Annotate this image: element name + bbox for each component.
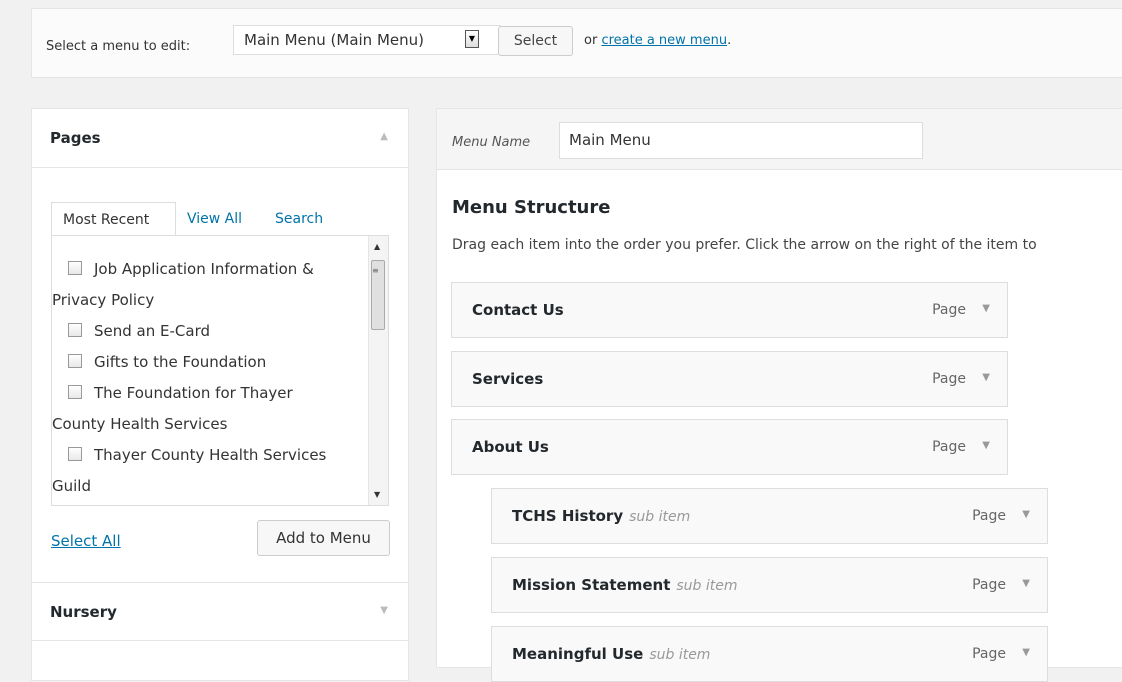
menu-item-title: Mission Statement sub item <box>512 576 738 594</box>
collapse-up-icon[interactable]: ▲ <box>380 131 388 142</box>
menu-name-input[interactable]: Main Menu <box>559 122 923 159</box>
sub-item-label: sub item <box>676 578 738 594</box>
scroll-up-icon[interactable]: ▲ <box>374 242 380 251</box>
menu-item-title: Meaningful Use sub item <box>512 645 711 663</box>
pages-box: Pages ▲ Most Recent View All Search Job … <box>31 108 409 583</box>
menu-item-type: Page <box>932 439 966 455</box>
sub-item-label: sub item <box>629 509 691 525</box>
select-menu-label: Select a menu to edit: <box>46 39 191 54</box>
create-new-menu-link[interactable]: create a new menu <box>601 33 727 48</box>
pages-tabs: Most Recent View All Search <box>51 202 391 236</box>
menu-name-label: Menu Name <box>452 135 531 150</box>
list-item: Gifts to the Foundation <box>52 347 370 378</box>
chevron-down-icon[interactable]: ▼ <box>1022 578 1030 589</box>
menu-item-services[interactable]: Services Page ▼ <box>451 351 1008 407</box>
menu-item-type: Page <box>972 577 1006 593</box>
list-item: Job Application Information & <box>52 254 370 285</box>
menu-item-title: Contact Us <box>472 301 564 319</box>
menu-name-header: Menu Name Main Menu <box>437 109 1122 170</box>
tab-search[interactable]: Search <box>275 202 323 236</box>
page-checkbox[interactable] <box>68 447 82 461</box>
pages-list-panel: Job Application Information & Privacy Po… <box>51 235 389 506</box>
menu-item-mission-statement[interactable]: Mission Statement sub item Page ▼ <box>491 557 1048 613</box>
menu-edit-panel: Menu Name Main Menu Menu Structure Drag … <box>436 108 1122 682</box>
next-box <box>31 641 409 681</box>
select-all-link[interactable]: Select All <box>51 532 121 550</box>
menu-item-contact-us[interactable]: Contact Us Page ▼ <box>451 282 1008 338</box>
pages-list-scrollbar[interactable]: ▲ ≡ ▼ <box>368 236 388 505</box>
page-checkbox[interactable] <box>68 323 82 337</box>
menu-select-bar: Select a menu to edit: Main Menu (Main M… <box>31 8 1122 78</box>
nursery-box-title: Nursery <box>50 603 117 621</box>
chevron-down-icon[interactable]: ▼ <box>982 372 990 383</box>
menu-item-title: About Us <box>472 438 549 456</box>
tab-most-recent[interactable]: Most Recent <box>51 202 176 236</box>
menu-structure-title: Menu Structure <box>452 197 611 218</box>
menu-item-meaningful-use[interactable]: Meaningful Use sub item Page ▼ <box>491 626 1048 682</box>
create-menu-text: or create a new menu. <box>584 33 732 48</box>
page-checkbox[interactable] <box>68 385 82 399</box>
grip-icon: ≡ <box>372 266 379 275</box>
pages-box-body: Most Recent View All Search Job Applicat… <box>32 167 408 582</box>
pages-checklist: Job Application Information & Privacy Po… <box>52 254 370 502</box>
list-item-continuation: County Health Services <box>52 415 228 433</box>
menu-select-dropdown[interactable]: Main Menu (Main Menu) <box>233 25 501 55</box>
pages-box-title: Pages <box>50 129 101 147</box>
chevron-down-icon[interactable]: ▼ <box>1022 647 1030 658</box>
add-menu-items-column: Pages ▲ Most Recent View All Search Job … <box>31 108 409 681</box>
menu-item-type: Page <box>932 371 966 387</box>
list-item: Thayer County Health Services <box>52 440 370 471</box>
select-button[interactable]: Select <box>498 26 573 56</box>
list-item-continuation: Privacy Policy <box>52 291 155 309</box>
chevron-down-icon[interactable]: ▼ <box>982 440 990 451</box>
menu-structure-description: Drag each item into the order you prefer… <box>452 237 1037 253</box>
list-item-continuation: Guild <box>52 477 91 495</box>
nursery-box-header[interactable]: Nursery ▼ <box>32 583 408 641</box>
expand-down-icon[interactable]: ▼ <box>380 605 388 616</box>
sub-item-label: sub item <box>649 647 711 663</box>
menu-item-tchs-history[interactable]: TCHS History sub item Page ▼ <box>491 488 1048 544</box>
page-checkbox[interactable] <box>68 261 82 275</box>
add-to-menu-button[interactable]: Add to Menu <box>257 520 390 556</box>
list-item: The Foundation for Thayer <box>52 378 370 409</box>
menu-item-type: Page <box>972 646 1006 662</box>
menu-item-title: TCHS History sub item <box>512 507 691 525</box>
chevron-down-icon[interactable]: ▼ <box>1022 509 1030 520</box>
nursery-box: Nursery ▼ <box>31 583 409 641</box>
scroll-down-icon[interactable]: ▼ <box>374 490 380 499</box>
menu-item-about-us[interactable]: About Us Page ▼ <box>451 419 1008 475</box>
menu-item-title: Services <box>472 370 544 388</box>
chevron-down-icon[interactable]: ▼ <box>982 303 990 314</box>
pages-box-header[interactable]: Pages ▲ <box>32 109 408 167</box>
page-checkbox[interactable] <box>68 354 82 368</box>
tab-view-all[interactable]: View All <box>187 202 242 236</box>
list-item: Send an E-Card <box>52 316 370 347</box>
menu-item-type: Page <box>932 302 966 318</box>
menu-item-type: Page <box>972 508 1006 524</box>
chevron-down-icon[interactable]: ▼ <box>465 30 479 48</box>
